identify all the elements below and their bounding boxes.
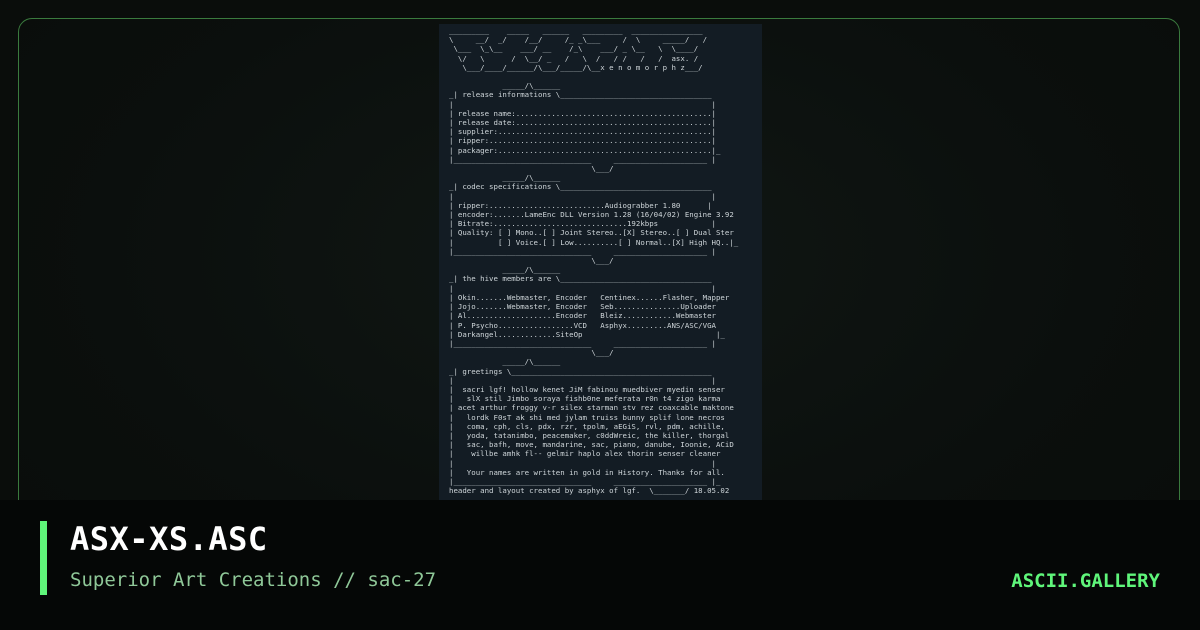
ascii-art-text: _________ _____ ______ _________ _______… bbox=[449, 26, 739, 496]
art-subtitle: Superior Art Creations // sac-27 bbox=[70, 569, 437, 591]
art-title: ASX-XS.ASC bbox=[70, 520, 268, 558]
ascii-art-preview: _________ _____ ______ _________ _______… bbox=[439, 24, 762, 500]
accent-bar bbox=[40, 521, 47, 595]
info-footer: ASX-XS.ASC Superior Art Creations // sac… bbox=[0, 500, 1200, 630]
site-brand-link[interactable]: ASCII.GALLERY bbox=[1011, 570, 1160, 592]
